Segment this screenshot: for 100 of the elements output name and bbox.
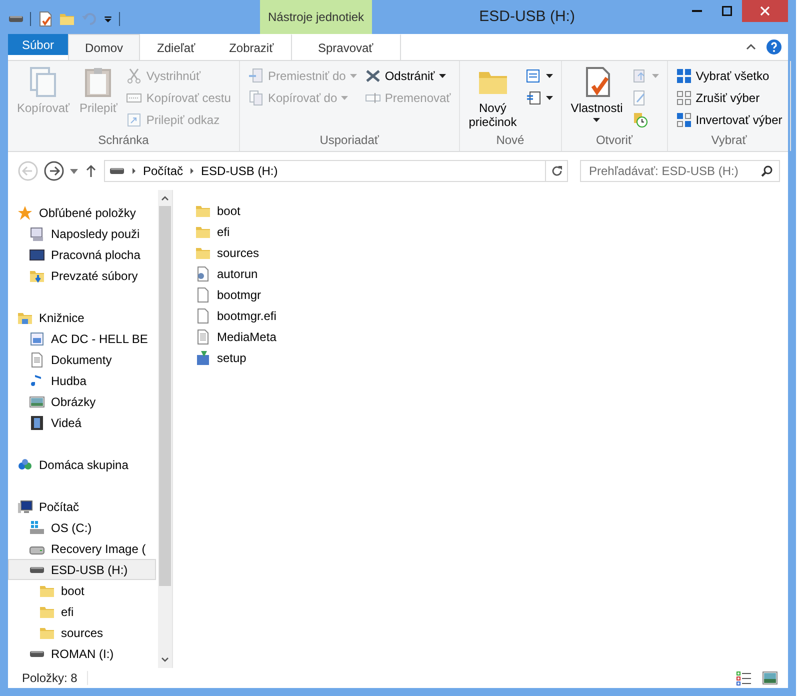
ribbon-tab[interactable]: Súbor [8,34,68,55]
settings-file-icon [195,266,211,282]
properties-button[interactable]: Vlastnosti [568,64,626,133]
sidebar-item[interactable]: Pracovná plocha [8,244,156,265]
caret-icon [593,118,600,122]
sidebar-item[interactable]: ROMAN (I:) [8,643,156,664]
usb-drive-icon [8,15,24,23]
sidebar-item[interactable]: Dokumenty [8,349,156,370]
file-item[interactable]: bootmgr.efi [193,305,278,326]
invert-selection-button[interactable]: Invertovať výber [674,110,784,130]
search-field[interactable]: Prehľadávať: ESD-USB (H:) [580,160,780,182]
up-button[interactable] [84,164,98,178]
large-icons-view-button[interactable] [762,670,778,686]
delete-icon [364,68,381,84]
ribbon-tab[interactable]: Domov [68,34,140,60]
file-item[interactable]: MediaMeta [193,326,278,347]
sidebar-item[interactable]: sources [8,622,156,643]
sidebar-item[interactable]: Videá [8,412,156,433]
file-item[interactable]: sources [193,242,262,263]
breadcrumb-item[interactable]: Počítač [143,164,184,178]
rename-icon [364,90,381,106]
properties-button[interactable] [37,11,53,27]
sidebar-item[interactable]: OS (C:) [8,517,156,538]
ribbon-tab[interactable]: Zdieľať [140,34,212,60]
drive-button[interactable] [8,15,24,23]
sidebar-item[interactable]: Domáca skupina [8,454,156,475]
undo-icon [81,11,97,27]
history-icon [632,112,648,128]
chevron-up-icon [161,194,169,202]
caret-icon [546,74,553,78]
sidebar-item[interactable]: ESD-USB (H:) [8,559,156,580]
sidebar-item[interactable]: Obrázky [8,391,156,412]
caret-icon [546,96,553,100]
caret-icon [70,167,78,175]
file-item[interactable]: efi [193,221,232,242]
refresh-icon [550,165,562,177]
sidebar-item[interactable]: Knižnice [8,307,156,328]
usb-drive-icon [29,650,45,658]
new-folder-button[interactable]: Nový priečinok [466,64,520,133]
sidebar-item[interactable]: efi [8,601,156,622]
sidebar-item[interactable]: Recovery Image ( [8,538,156,559]
group-label: Vybrať [710,133,748,149]
sidebar-item[interactable]: Prevzaté súbory [8,265,156,286]
collapse-ribbon-button[interactable] [746,42,756,52]
scissors-icon [126,68,142,84]
chevron-right-icon [131,168,137,174]
group-label: Schránka [97,133,150,149]
close-button[interactable] [742,0,788,22]
address-bar[interactable]: Počítač ESD-USB (H:) [104,160,568,182]
easy-access-icon [526,90,542,106]
select-none-button[interactable]: Zrušiť výber [674,88,784,108]
details-view-button[interactable] [736,670,752,686]
up-arrow-icon [84,164,98,178]
recent-places-icon [29,226,45,242]
breadcrumb-item[interactable]: ESD-USB (H:) [201,164,278,178]
group-label: Usporiadať [318,133,380,149]
chevron-up-icon [746,42,756,52]
usb-drive-icon [29,566,45,574]
file-icon [195,286,211,302]
sidebar-item[interactable]: Hudba [8,370,156,391]
select-all-icon [676,68,692,84]
caret-icon [652,74,659,78]
window-title: ESD-USB (H:) [478,7,576,27]
scrollbar[interactable] [158,190,173,668]
folder-icon [59,11,75,27]
sidebar-item[interactable]: Obľúbené položky [8,202,156,223]
help-icon [766,39,782,55]
sidebar-item[interactable]: boot [8,580,156,601]
close-icon [760,6,770,16]
ribbon-tab[interactable]: Zobraziť [212,34,291,60]
sidebar-item[interactable]: Počítač [8,496,156,517]
file-icon [195,308,211,324]
caret-icon [341,96,348,100]
sidebar-item[interactable]: Naposledy použi [8,223,156,244]
file-item[interactable]: autorun [193,263,260,284]
film-icon [29,414,45,430]
installer-icon [195,350,211,366]
delete-button[interactable]: Odstrániť [362,66,453,86]
select-all-button[interactable]: Vybrať všetko [674,66,784,86]
caret-icon [438,74,446,78]
properties-icon [37,11,53,27]
minimize-icon [692,10,702,12]
sidebar-item[interactable]: AC DC - HELL BE [8,328,156,349]
forward-button[interactable] [44,161,64,181]
file-item[interactable]: setup [193,347,248,368]
file-item[interactable]: bootmgr [193,284,264,305]
help-button[interactable] [766,39,782,55]
maximize-icon [722,6,732,16]
customize-button[interactable] [103,14,113,24]
search-icon [761,165,773,177]
usb-drive-icon [109,167,125,175]
file-item[interactable]: boot [193,200,242,221]
homegroup-icon [17,456,33,472]
item-count: Položky: 8 [22,671,88,685]
group-label: Nové [495,133,526,149]
document-icon [29,352,45,368]
details-view-icon [736,670,752,686]
move-icon [248,68,264,84]
recent-locations-button[interactable] [70,167,78,175]
star-icon [17,204,33,220]
